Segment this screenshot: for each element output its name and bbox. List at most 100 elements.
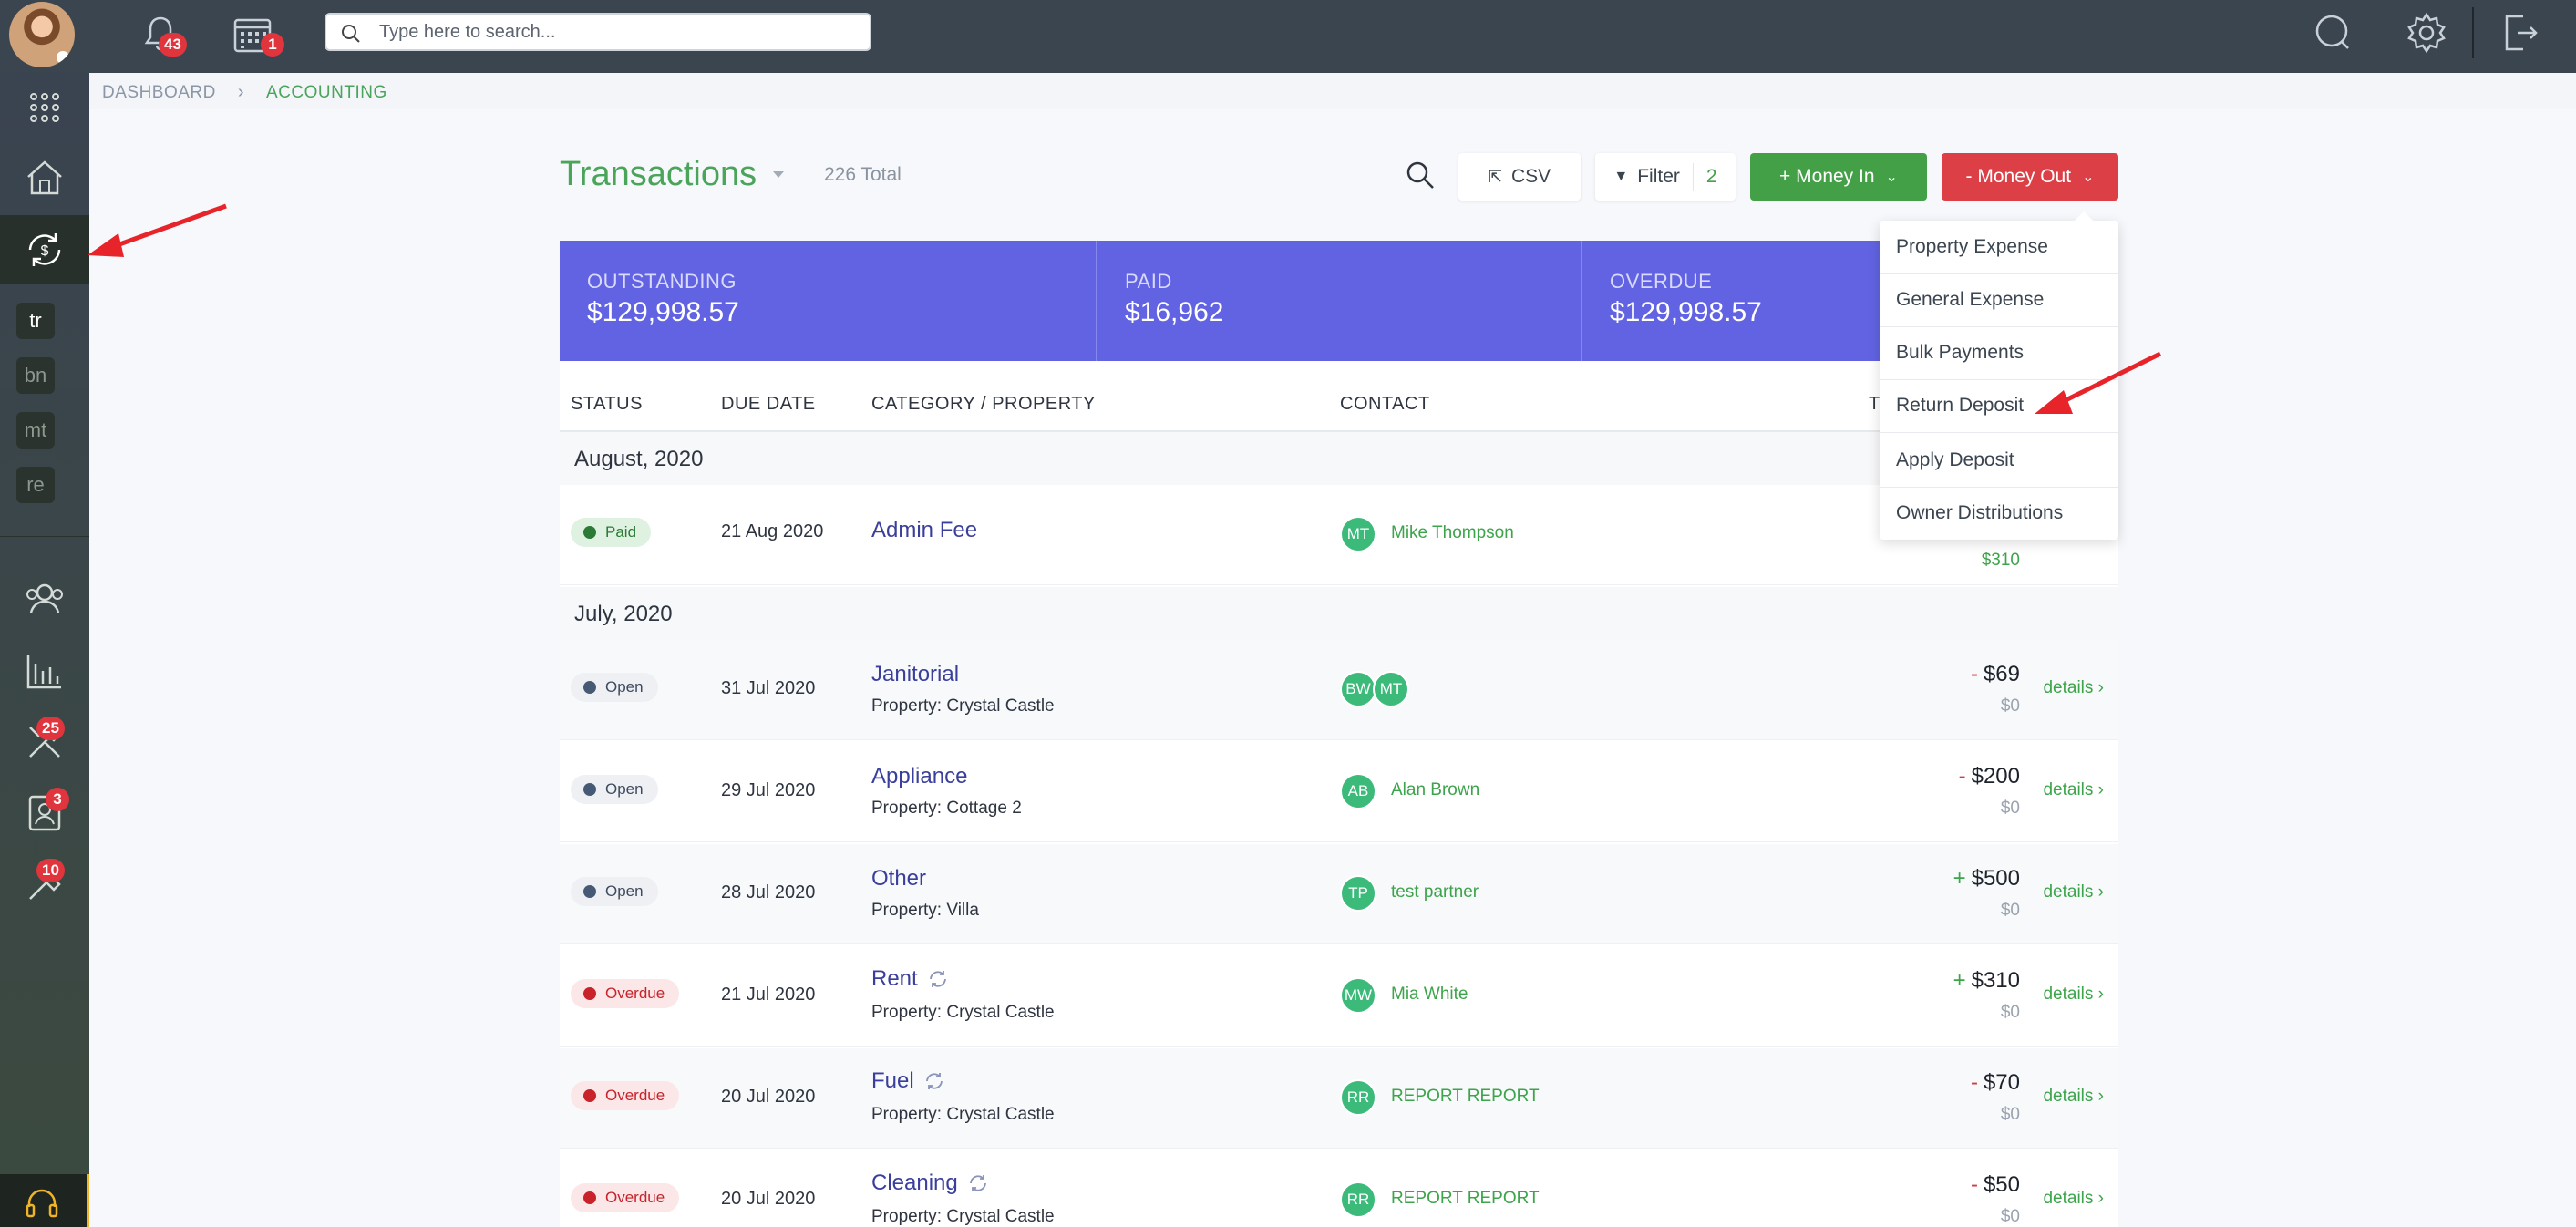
contact-avatar[interactable]: MW <box>1340 977 1376 1014</box>
category-link[interactable]: Rent <box>871 966 949 992</box>
category-label: Rent <box>871 966 918 991</box>
contact-avatar[interactable]: RR <box>1340 1079 1376 1116</box>
contact-name[interactable]: REPORT REPORT <box>1391 1087 1540 1107</box>
breadcrumb-dashboard[interactable]: DASHBOARD <box>102 83 216 103</box>
contact-avatar[interactable]: AB <box>1340 773 1376 809</box>
details-link[interactable]: details › <box>2043 882 2104 902</box>
stat-outstanding[interactable]: OUTSTANDING $129,998.57 <box>560 241 1096 361</box>
search-input[interactable] <box>379 18 853 46</box>
sidebar-maintenance-tools-icon[interactable]: 25 <box>0 707 89 777</box>
amount: + $500 <box>1953 866 2020 892</box>
sidebar-reports-chart-icon[interactable] <box>0 636 89 706</box>
amount: - $69 <box>1971 662 2020 687</box>
contact-name[interactable]: test partner <box>1391 882 1479 902</box>
sidebar-apps-grid-icon[interactable] <box>0 73 89 142</box>
filter-divider <box>1692 163 1694 191</box>
csv-export-button[interactable]: ⇱ CSV <box>1458 153 1581 201</box>
contact-avatar[interactable]: MT <box>1373 671 1409 707</box>
stat-label: OVERDUE <box>1610 270 1713 293</box>
column-header-total[interactable]: T <box>1869 394 1880 415</box>
page-title[interactable]: Transactions <box>560 155 757 194</box>
menu-item-return-deposit[interactable]: Return Deposit <box>1880 379 2118 432</box>
status-dot <box>583 885 596 898</box>
due-date: 28 Jul 2020 <box>721 882 816 902</box>
contact-name[interactable]: Mia White <box>1391 985 1468 1005</box>
notifications-badge: 43 <box>159 33 187 57</box>
sidebar-properties-house-icon[interactable] <box>0 142 89 211</box>
paid-amount: $0 <box>2000 1105 2020 1124</box>
category-link[interactable]: Cleaning <box>871 1170 989 1196</box>
category-label: Janitorial <box>871 662 960 686</box>
contact-avatar[interactable]: MT <box>1340 516 1376 552</box>
category-link[interactable]: Other <box>871 866 926 892</box>
notifications-bell-icon[interactable]: 43 <box>139 13 187 57</box>
table-row[interactable]: Open 28 Jul 2020 Other Property: Villa T… <box>560 844 2118 944</box>
details-link[interactable]: details › <box>2043 985 2104 1005</box>
stat-paid[interactable]: PAID $16,962 <box>1097 241 1581 361</box>
sidebar-abbr-re[interactable]: re <box>16 467 55 503</box>
sidebar-abbr-bn[interactable]: bn <box>16 357 55 394</box>
category-label: Admin Fee <box>871 518 978 542</box>
contact-name[interactable]: REPORT REPORT <box>1391 1189 1540 1209</box>
amount: - $70 <box>1971 1070 2020 1096</box>
sidebar-abbr-mt[interactable]: mt <box>16 412 55 449</box>
chat-icon[interactable] <box>2312 11 2355 55</box>
search-transactions-icon[interactable] <box>1404 159 1437 191</box>
details-link[interactable]: details › <box>2043 780 2104 800</box>
money-in-button[interactable]: + Money In ⌄ <box>1750 153 1927 201</box>
user-avatar[interactable] <box>9 2 75 67</box>
category-link[interactable]: Admin Fee <box>871 518 977 543</box>
status-label: Overdue <box>605 1189 665 1206</box>
search-box[interactable] <box>325 13 871 51</box>
table-row[interactable]: Overdue 20 Jul 2020 Fuel Property: Cryst… <box>560 1048 2118 1149</box>
sidebar-tools-icon[interactable]: 10 <box>0 850 89 919</box>
category-link[interactable]: Fuel <box>871 1068 945 1094</box>
sidebar-separator <box>0 536 89 537</box>
property-label: Property: Crystal Castle <box>871 1003 1055 1022</box>
sidebar-abbr-tr[interactable]: tr <box>16 303 55 339</box>
settings-gear-icon[interactable] <box>2405 11 2448 55</box>
money-out-label: - Money Out <box>1965 166 2072 187</box>
svg-text:$: $ <box>41 243 49 259</box>
column-header-due-date[interactable]: DUE DATE <box>721 394 816 415</box>
menu-item-property-expense[interactable]: Property Expense <box>1880 221 2118 273</box>
contact-avatar[interactable]: RR <box>1340 1181 1376 1218</box>
money-out-button[interactable]: - Money Out ⌄ <box>1942 153 2118 201</box>
table-row[interactable]: Overdue 20 Jul 2020 Cleaning Property: C… <box>560 1150 2118 1227</box>
contact-avatar[interactable]: TP <box>1340 875 1376 912</box>
stat-value: $129,998.57 <box>587 297 739 327</box>
support-headset-button[interactable] <box>0 1174 89 1227</box>
category-link[interactable]: Appliance <box>871 764 967 789</box>
amount-sign: - <box>1958 764 1966 789</box>
details-link[interactable]: details › <box>2043 1189 2104 1209</box>
menu-item-owner-distributions[interactable]: Owner Distributions <box>1880 487 2118 540</box>
title-caret-down-icon[interactable] <box>773 171 784 178</box>
menu-item-apply-deposit[interactable]: Apply Deposit <box>1880 434 2118 487</box>
contact-name[interactable]: Alan Brown <box>1391 780 1479 800</box>
filter-button[interactable]: ▼ Filter 2 <box>1595 153 1736 201</box>
category-label: Fuel <box>871 1068 914 1093</box>
column-header-status[interactable]: STATUS <box>571 394 643 415</box>
status-label: Overdue <box>605 1087 665 1104</box>
column-header-contact[interactable]: CONTACT <box>1340 394 1430 415</box>
details-link[interactable]: details › <box>2043 1087 2104 1107</box>
table-row[interactable]: Open 31 Jul 2020 Janitorial Property: Cr… <box>560 640 2118 740</box>
menu-item-general-expense[interactable]: General Expense <box>1880 273 2118 326</box>
calendar-icon[interactable]: 1 <box>232 13 284 57</box>
table-row[interactable]: Open 29 Jul 2020 Appliance Property: Cot… <box>560 742 2118 842</box>
amount-value: $70 <box>1983 1070 2020 1095</box>
sidebar-accounting-icon[interactable]: $ <box>0 215 89 284</box>
sidebar-contacts-icon[interactable] <box>0 563 89 633</box>
recurring-icon <box>925 1073 943 1089</box>
sidebar-tenants-icon[interactable]: 3 <box>0 778 89 848</box>
contact-name[interactable]: Mike Thompson <box>1391 523 1514 543</box>
transactions-total: 226 Total <box>824 164 902 185</box>
menu-item-bulk-payments[interactable]: Bulk Payments <box>1880 326 2118 379</box>
category-link[interactable]: Janitorial <box>871 662 959 687</box>
status-dot <box>583 783 596 796</box>
table-row[interactable]: Overdue 21 Jul 2020 Rent Property: Cryst… <box>560 946 2118 1047</box>
logout-icon[interactable] <box>2498 11 2541 55</box>
contact-avatar[interactable]: BW <box>1340 671 1376 707</box>
details-link[interactable]: details › <box>2043 678 2104 698</box>
column-header-category[interactable]: CATEGORY / PROPERTY <box>871 394 1096 415</box>
